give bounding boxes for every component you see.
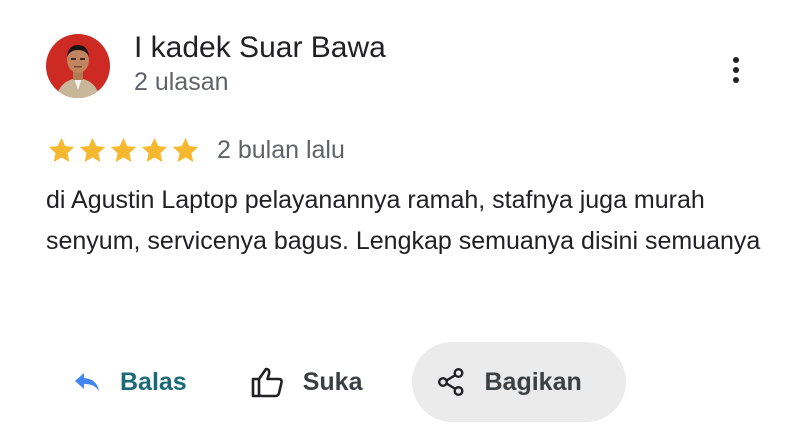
review-actions: Balas Suka Bagikan: [46, 342, 627, 422]
star-rating: [46, 135, 201, 166]
reply-button[interactable]: Balas: [46, 342, 211, 422]
star-icon: [48, 137, 75, 162]
share-label: Bagikan: [484, 367, 582, 396]
star-icon: [172, 137, 199, 162]
star-icon: [110, 137, 137, 162]
share-icon: [436, 367, 466, 397]
star-icon: [141, 137, 168, 162]
thumbs-up-icon: [251, 366, 285, 398]
reviewer-name[interactable]: I kadek Suar Bawa: [134, 30, 386, 66]
review-text: di Agustin Laptop pelayanannya ramah, st…: [46, 186, 761, 255]
like-label: Suka: [302, 367, 363, 396]
review-date: 2 bulan lalu: [217, 136, 345, 164]
review-card: I kadek Suar Bawa 2 ulasan 2 bulan lalu …: [0, 0, 792, 442]
like-button[interactable]: Suka: [211, 342, 387, 422]
review-header: I kadek Suar Bawa 2 ulasan: [46, 31, 386, 98]
reviewer-info: I kadek Suar Bawa 2 ulasan: [134, 30, 386, 98]
three-dots-vertical-icon: [733, 57, 739, 83]
reviewer-review-count[interactable]: 2 ulasan: [134, 66, 386, 98]
avatar[interactable]: [46, 34, 110, 98]
star-icon: [79, 137, 106, 162]
reviewer-photo: [46, 34, 110, 98]
more-options-button[interactable]: [718, 52, 754, 88]
reply-arrow-icon: [72, 370, 102, 394]
share-button[interactable]: Bagikan: [412, 342, 627, 422]
rating-row: 2 bulan lalu: [46, 135, 345, 166]
reply-label: Balas: [120, 367, 187, 396]
